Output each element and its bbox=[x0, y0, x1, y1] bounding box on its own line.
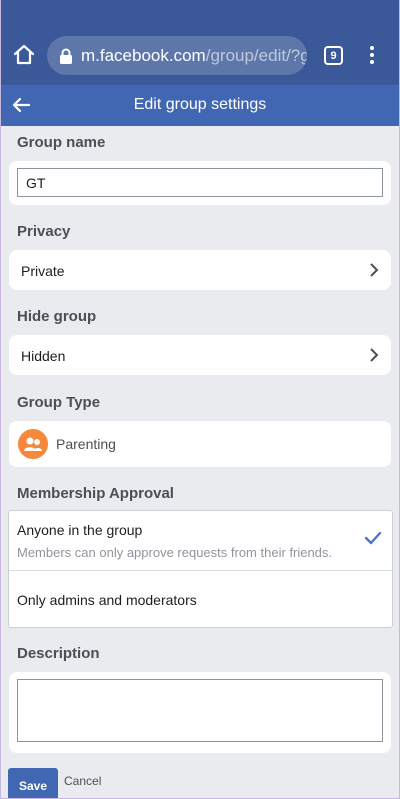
save-button[interactable]: Save bbox=[8, 768, 58, 798]
privacy-value: Private bbox=[21, 263, 65, 279]
group-name-card bbox=[9, 161, 391, 205]
option-title: Anyone in the group bbox=[17, 522, 143, 538]
hide-group-label: Hide group bbox=[17, 308, 97, 325]
address-bar[interactable]: m.facebook.com/group/edit/?g bbox=[47, 36, 307, 75]
description-textarea[interactable] bbox=[17, 679, 383, 742]
membership-approval-options: Anyone in the group Members can only app… bbox=[8, 510, 393, 628]
page-title: Edit group settings bbox=[133, 96, 267, 113]
privacy-row[interactable]: Private bbox=[9, 250, 391, 290]
hide-group-value: Hidden bbox=[21, 348, 66, 364]
hide-group-row[interactable]: Hidden bbox=[9, 335, 391, 375]
chevron-right-icon bbox=[370, 263, 379, 277]
chevron-right-icon bbox=[370, 348, 379, 362]
url-host: m.facebook.com bbox=[81, 45, 206, 65]
overflow-menu-icon[interactable] bbox=[364, 44, 380, 66]
privacy-label: Privacy bbox=[17, 223, 71, 240]
lock-icon bbox=[60, 48, 72, 64]
browser-toolbar: m.facebook.com/group/edit/?g 9 bbox=[0, 0, 400, 85]
option-subtitle: Members can only approve requests from t… bbox=[17, 545, 333, 560]
description-label: Description bbox=[17, 645, 100, 662]
option-title: Only admins and moderators bbox=[17, 592, 197, 608]
approval-option-anyone[interactable]: Anyone in the group Members can only app… bbox=[9, 511, 392, 571]
url-text: m.facebook.com/group/edit/?g bbox=[81, 46, 307, 66]
url-path: /group/edit/?g bbox=[205, 45, 307, 65]
group-name-label: Group name bbox=[17, 134, 106, 151]
app-header: Edit group settings bbox=[0, 85, 400, 126]
cancel-link[interactable]: Cancel bbox=[64, 774, 101, 788]
description-card bbox=[9, 672, 391, 753]
group-type-label: Group Type bbox=[17, 394, 101, 411]
group-name-input[interactable] bbox=[17, 168, 383, 197]
tab-switcher-button[interactable]: 9 bbox=[324, 46, 343, 65]
home-icon[interactable] bbox=[12, 43, 36, 67]
group-type-row[interactable]: Parenting bbox=[9, 421, 391, 467]
checkmark-icon bbox=[364, 531, 382, 545]
group-type-value: Parenting bbox=[56, 436, 116, 452]
membership-approval-label: Membership Approval bbox=[17, 485, 174, 502]
approval-option-admins[interactable]: Only admins and moderators bbox=[9, 571, 392, 628]
people-icon bbox=[18, 429, 48, 459]
